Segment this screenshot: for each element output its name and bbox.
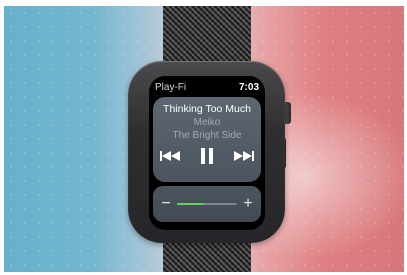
artist-name: Meiko: [193, 117, 221, 128]
watch-band-top: [163, 6, 251, 66]
watch-screen: Play-Fi 7:03 Thinking Too Much Meiko The…: [149, 76, 265, 230]
volume-up-button[interactable]: +: [241, 194, 255, 214]
volume-control: − +: [153, 186, 261, 222]
previous-track-button[interactable]: [155, 146, 185, 166]
app-title: Play-Fi: [155, 82, 187, 93]
pause-button[interactable]: [193, 146, 221, 166]
volume-down-button[interactable]: −: [159, 194, 173, 214]
track-title: Thinking Too Much: [163, 103, 251, 115]
pause-icon: [201, 148, 213, 164]
next-track-icon: [234, 151, 254, 161]
previous-track-icon: [160, 151, 180, 161]
album-name: The Bright Side: [172, 130, 242, 141]
next-track-button[interactable]: [229, 146, 259, 166]
volume-level-fill: [177, 203, 204, 205]
status-bar: Play-Fi 7:03: [155, 82, 259, 94]
volume-slider[interactable]: [177, 203, 237, 205]
watch-band-bottom: [163, 238, 251, 272]
clock: 7:03: [238, 82, 259, 93]
now-playing-card: Thinking Too Much Meiko The Bright Side: [153, 97, 261, 182]
photo-scene: Play-Fi 7:03 Thinking Too Much Meiko The…: [4, 6, 404, 272]
